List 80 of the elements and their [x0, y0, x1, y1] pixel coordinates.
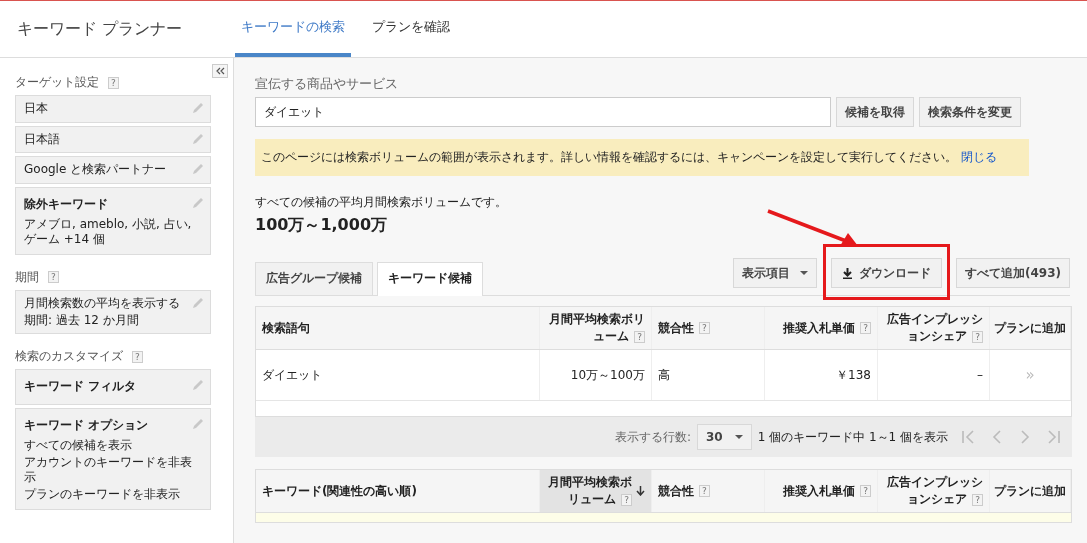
result-tab[interactable]: 広告グループ候補	[255, 262, 373, 295]
column-header: 競合性 ?	[658, 319, 710, 337]
column-header[interactable]: 広告インプレッションシェア ?	[884, 474, 983, 508]
column-header: 月間平均検索ボリューム ?	[548, 311, 645, 345]
column-header[interactable]: キーワード(関連性の高い順)	[262, 482, 417, 500]
pencil-icon[interactable]	[192, 102, 204, 114]
help-icon[interactable]: ?	[634, 330, 645, 343]
card-heading: 除外キーワード	[24, 195, 109, 213]
setting-card[interactable]: キーワード オプション すべての候補を表示 アカウントのキーワードを非表示 プランのキーワードを非表示	[15, 408, 211, 510]
summary-caption: すべての候補の平均月間検索ボリュームです。	[255, 195, 507, 210]
setting-card[interactable]: 日本語	[15, 125, 211, 154]
card-text: すべての候補を表示	[24, 438, 133, 454]
rows-label: 表示する行数:	[614, 428, 691, 446]
help-icon[interactable]: ?	[132, 350, 143, 363]
pencil-icon[interactable]	[192, 196, 204, 209]
help-icon[interactable]: ?	[108, 76, 119, 89]
table-cell: 10万～100万	[570, 366, 645, 384]
download-button[interactable]: ダウンロード	[830, 258, 942, 288]
card-text: 月間検索数の平均を表示する	[24, 295, 180, 312]
card-heading: キーワード フィルタ	[24, 378, 137, 396]
columns-button[interactable]: 表示項目	[732, 258, 817, 288]
help-icon[interactable]: ?	[972, 330, 983, 343]
search-button[interactable]: 検索条件を変更	[919, 97, 1021, 127]
last-page-icon[interactable]	[1045, 429, 1061, 445]
card-heading: キーワード オプション	[24, 417, 150, 435]
column-header: 推奨入札単価 ?	[783, 319, 871, 337]
setting-card[interactable]: キーワード フィルタ	[15, 369, 211, 406]
app-title: キーワード プランナー	[16, 18, 184, 40]
sort-down-icon[interactable]	[636, 486, 645, 496]
column-header: 検索語句	[262, 319, 310, 337]
section-title: ターゲット設定	[15, 74, 99, 91]
search-field[interactable]: ダイエット	[255, 97, 831, 127]
result-tab[interactable]: キーワード候補	[377, 262, 483, 296]
rows-dropdown[interactable]: 30	[696, 424, 752, 450]
pencil-icon[interactable]	[192, 132, 204, 145]
column-header: 広告インプレッションシェア ?	[886, 311, 983, 345]
card-text: 日本語	[24, 131, 60, 148]
range-text: 1 個のキーワード中 1～1 個を表示	[757, 428, 948, 446]
column-header[interactable]: プランに追加	[994, 482, 1066, 500]
help-icon[interactable]: ?	[860, 322, 871, 334]
pencil-icon[interactable]	[192, 163, 204, 176]
search-button[interactable]: 候補を取得	[836, 97, 914, 127]
setting-card[interactable]: 月間検索数の平均を表示する 期間: 過去 12 か月間	[15, 289, 211, 335]
section-title: 検索のカスタマイズ	[15, 348, 123, 366]
setting-card[interactable]: 除外キーワード アメブロ, ameblo, 小説, 占い, ゲーム +14 個	[15, 186, 211, 255]
help-icon[interactable]: ?	[972, 493, 983, 506]
table-cell: ￥138	[836, 366, 871, 384]
add-all-button[interactable]: すべて追加(493)	[955, 258, 1070, 288]
setting-card[interactable]: Google と検索パートナー	[15, 156, 211, 184]
card-text: アカウントのキーワードを非表示	[24, 454, 192, 486]
column-header[interactable]: 競合性 ?	[658, 482, 710, 500]
close-link[interactable]: 閉じる	[961, 150, 997, 164]
column-header: プランに追加	[994, 319, 1066, 337]
card-text: 期間: 過去 12 か月間	[24, 312, 140, 329]
help-icon[interactable]: ?	[48, 271, 59, 284]
notice-text: このページには検索ボリュームの範囲が表示されます。詳しい情報を確認するには、キャンペーンを設定して実行してください。 閉じる	[261, 150, 997, 164]
card-text: アメブロ, ameblo, 小説, 占い, ゲーム +14 個	[24, 216, 192, 248]
nav-tab[interactable]: プランを確認	[369, 1, 462, 57]
table-cell: ダイエット	[262, 366, 322, 384]
help-icon[interactable]: ?	[860, 485, 871, 497]
download-icon[interactable]	[841, 267, 853, 279]
setting-card[interactable]: 日本	[15, 95, 211, 123]
column-header[interactable]: 推奨入札単価 ?	[783, 482, 871, 500]
card-text: Google と検索パートナー	[24, 162, 167, 178]
help-icon[interactable]: ?	[699, 322, 710, 334]
field-label: 宣伝する商品やサービス	[255, 76, 398, 93]
help-icon[interactable]: ?	[621, 493, 632, 506]
help-icon[interactable]: ?	[699, 485, 710, 497]
table-cell: 高	[658, 366, 670, 384]
card-text: 日本	[24, 101, 48, 117]
summary-value: 100万～1,000万	[255, 215, 387, 236]
table-cell: –	[977, 368, 983, 382]
pencil-icon[interactable]	[192, 379, 204, 392]
caret-icon[interactable]	[799, 271, 808, 275]
caret-icon[interactable]	[734, 435, 743, 439]
card-text: プランのキーワードを非表示	[24, 486, 181, 503]
pencil-icon[interactable]	[192, 418, 204, 431]
section-title: 期間	[15, 268, 39, 286]
first-page-icon[interactable]	[961, 429, 977, 445]
pencil-icon[interactable]	[192, 296, 204, 309]
